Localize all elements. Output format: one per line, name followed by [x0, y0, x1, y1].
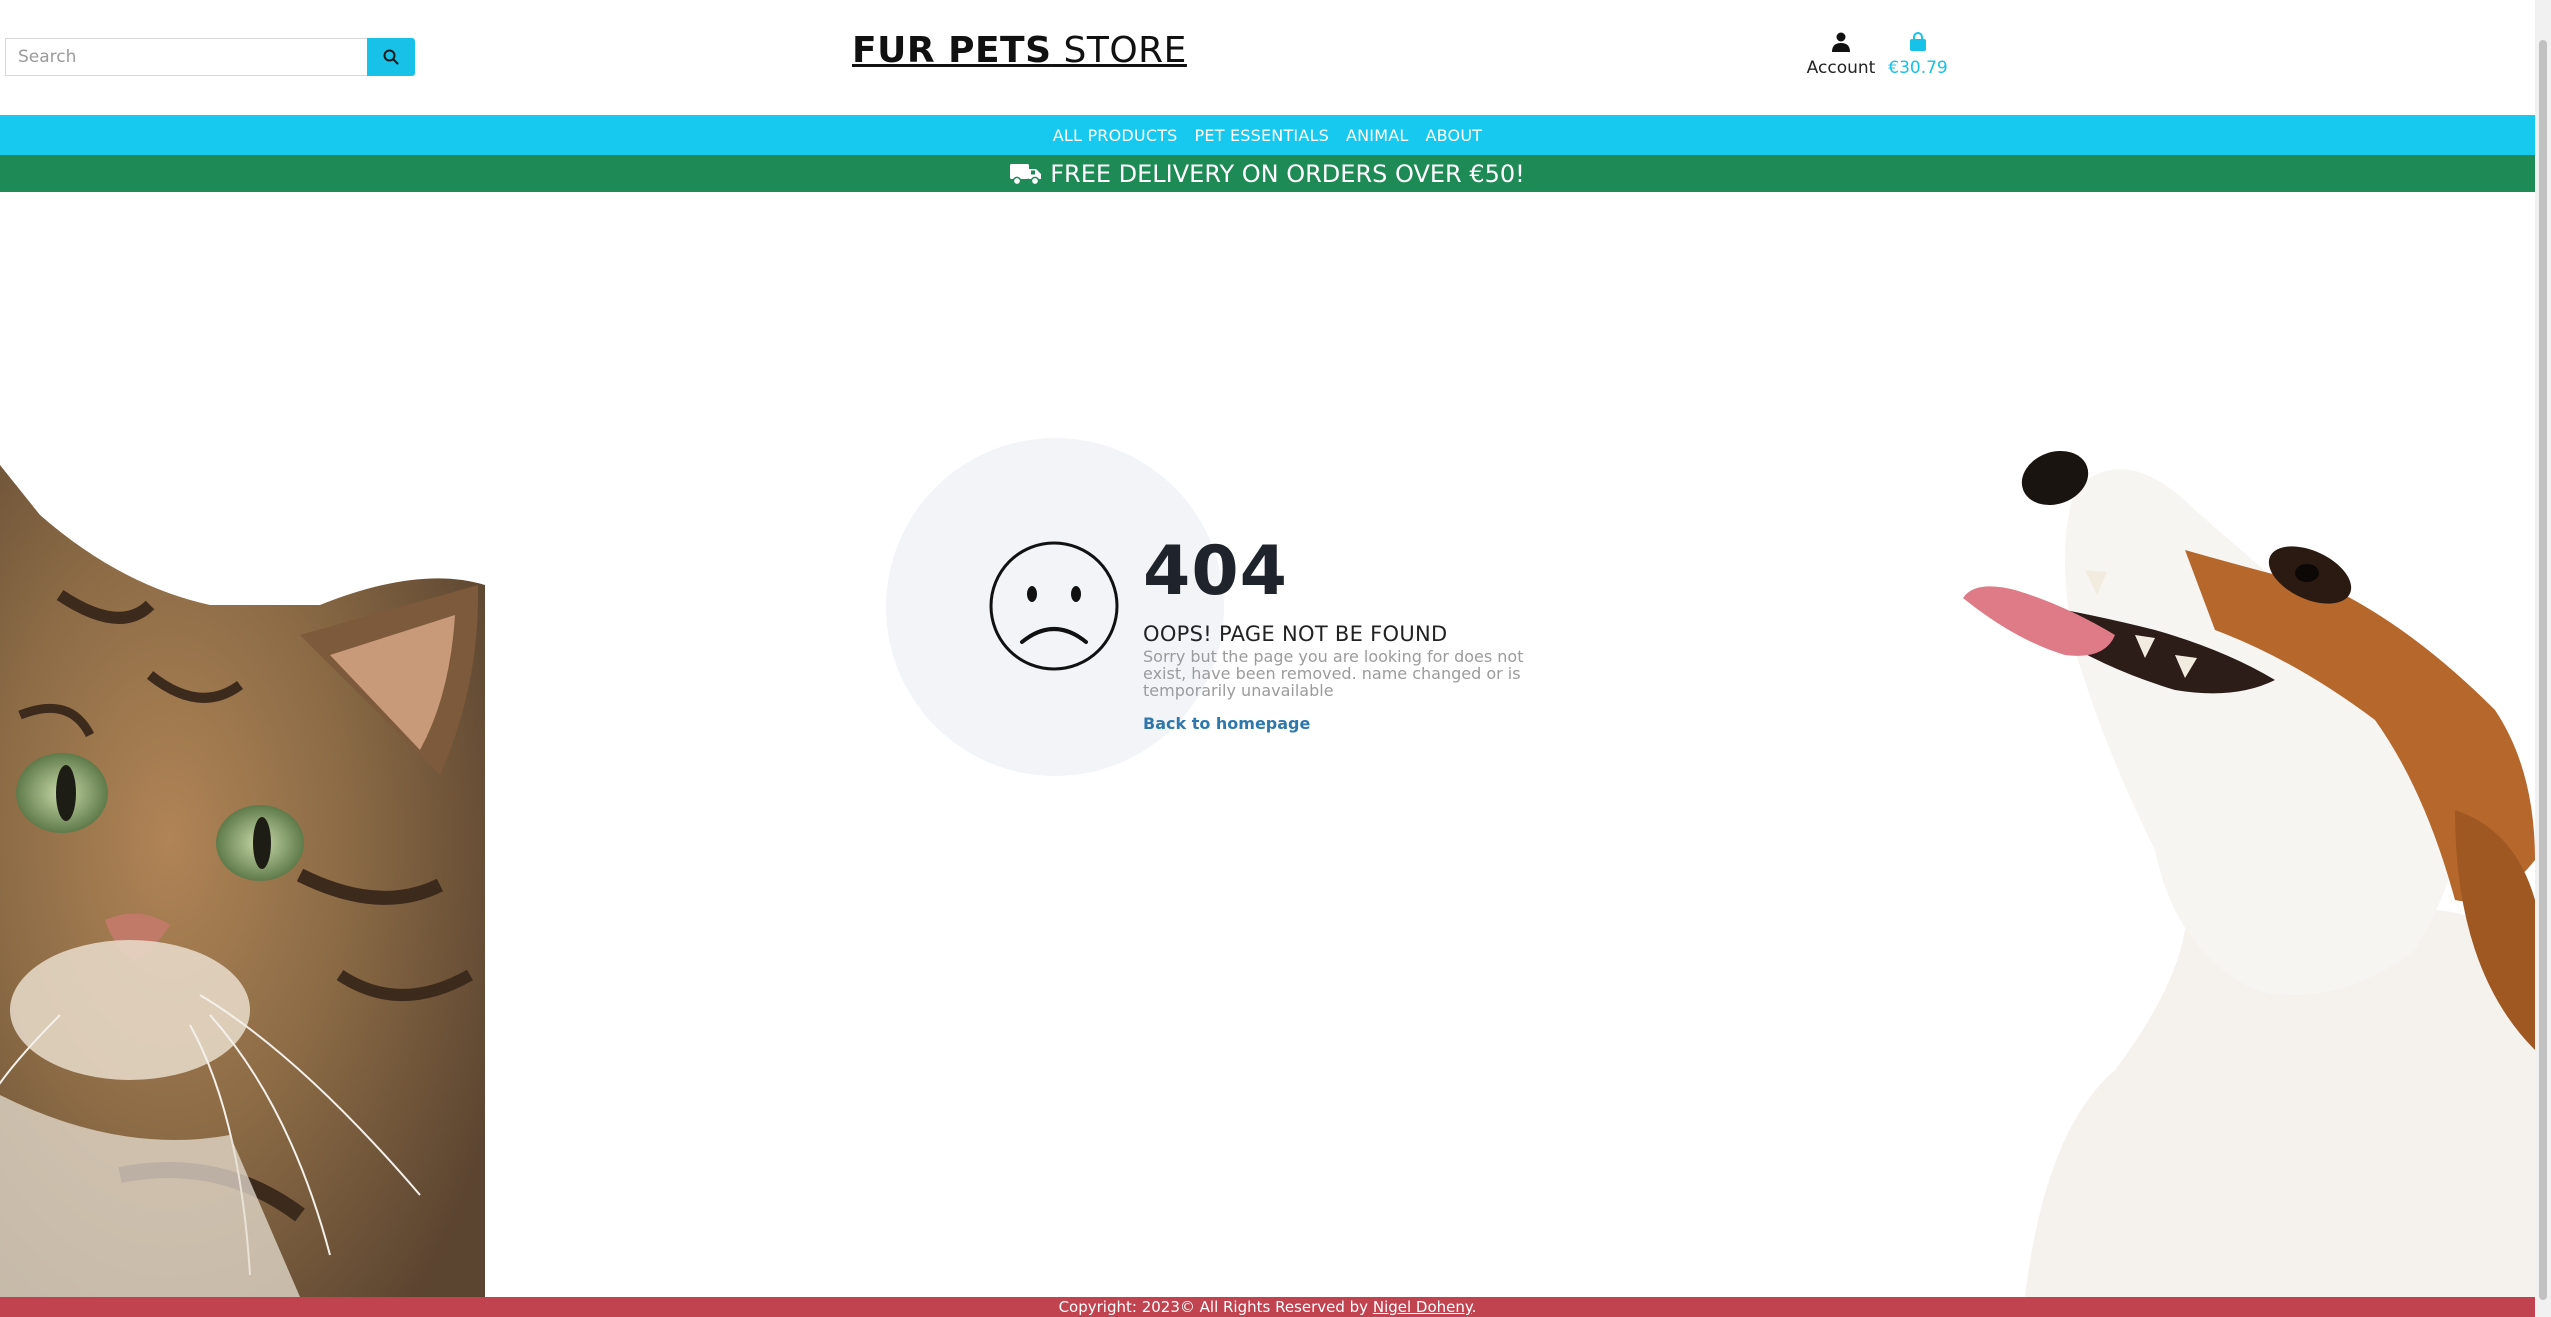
error-title: OOPS! PAGE NOT BE FOUND	[1143, 622, 1448, 646]
copyright-suffix: .	[1471, 1298, 1477, 1316]
cart-total: €30.79	[1888, 58, 1948, 78]
copyright-text: Copyright: 2023© All Rights Reserved by	[1058, 1298, 1373, 1316]
search-icon	[383, 49, 399, 65]
nav-item-all-products[interactable]: ALL PRODUCTS	[1053, 126, 1178, 145]
error-code: 404	[1143, 532, 1288, 611]
search-button[interactable]	[367, 38, 415, 76]
account-label: Account	[1806, 58, 1876, 78]
scrollbar-thumb[interactable]	[2539, 40, 2547, 1300]
back-to-homepage-link[interactable]: Back to homepage	[1143, 714, 1310, 733]
truck-icon	[1010, 163, 1042, 185]
shopping-bag-icon	[1910, 32, 1926, 51]
dog-image	[1963, 450, 2535, 1297]
brand-logo[interactable]: FUR PETS STORE	[852, 30, 1187, 71]
delivery-banner: FREE DELIVERY ON ORDERS OVER €50!	[0, 155, 2535, 192]
author-link[interactable]: Nigel Doheny	[1373, 1298, 1472, 1316]
site-header: FUR PETS STORE Account €30.79	[0, 0, 2535, 115]
cart-link[interactable]: €30.79	[1888, 32, 1948, 78]
error-description: Sorry but the page you are looking for d…	[1143, 647, 1524, 700]
search-form	[5, 38, 415, 76]
cat-image	[0, 465, 485, 1297]
nav-item-animal[interactable]: ANIMAL	[1346, 126, 1409, 145]
search-input[interactable]	[5, 38, 367, 76]
page-scrollbar[interactable]	[2535, 0, 2551, 1317]
nav-item-pet-essentials[interactable]: PET ESSENTIALS	[1195, 126, 1329, 145]
main-nav: ALL PRODUCTS PET ESSENTIALS ANIMAL ABOUT	[0, 115, 2535, 155]
brand-name-light: STORE	[1051, 30, 1187, 71]
site-footer: Copyright: 2023© All Rights Reserved by …	[0, 1297, 2535, 1317]
brand-name-bold: FUR PETS	[852, 30, 1052, 71]
delivery-text: FREE DELIVERY ON ORDERS OVER €50!	[1050, 159, 1525, 188]
page: FUR PETS STORE Account €30.79 ALL PRODUC…	[0, 0, 2551, 1317]
user-icon	[1832, 32, 1850, 52]
nav-item-about[interactable]: ABOUT	[1425, 126, 1482, 145]
sad-face-icon	[989, 541, 1119, 671]
account-link[interactable]: Account	[1806, 32, 1876, 78]
